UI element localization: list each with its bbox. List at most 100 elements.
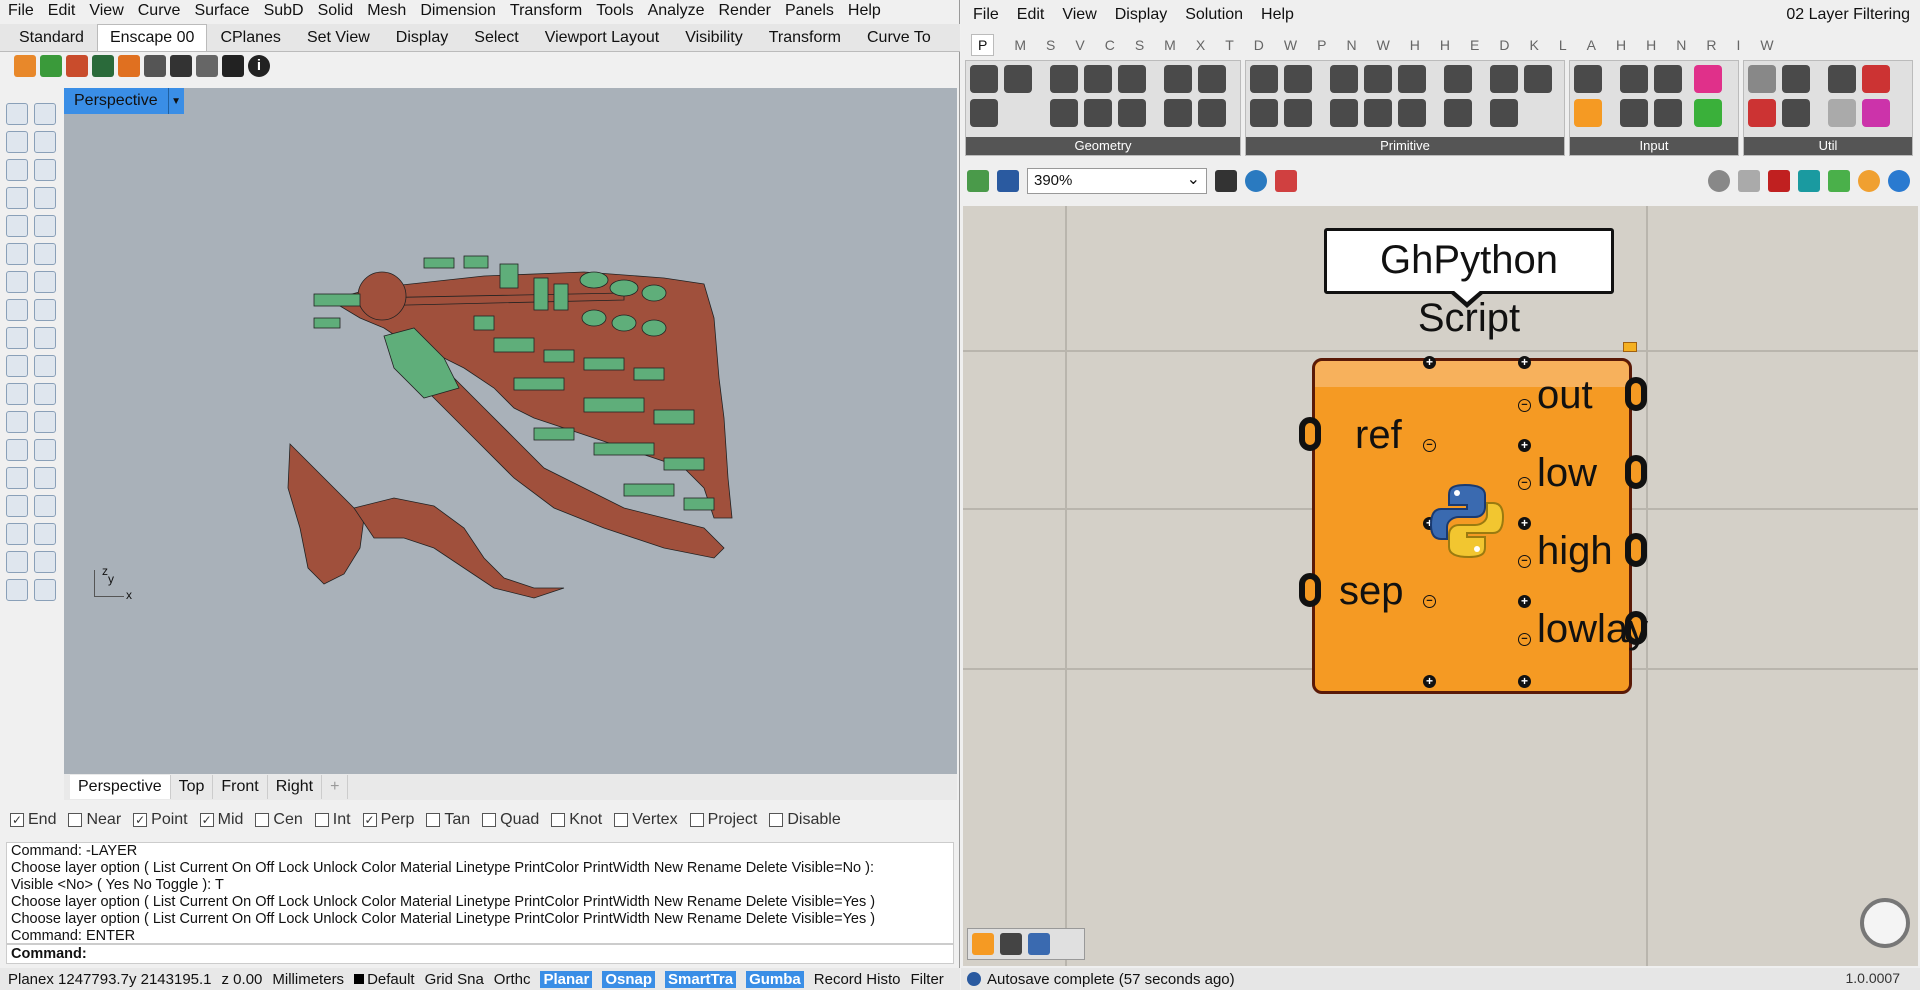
- zoom-extents-icon[interactable]: [1215, 170, 1237, 192]
- category-tab[interactable]: P: [1317, 37, 1326, 53]
- category-tab[interactable]: D: [1499, 37, 1509, 53]
- toolbar-tab-select[interactable]: Select: [461, 24, 531, 51]
- component-icon[interactable]: [1164, 99, 1192, 127]
- component-icon[interactable]: [1748, 65, 1776, 93]
- category-tab[interactable]: X: [1196, 37, 1205, 53]
- component-icon[interactable]: [1694, 99, 1722, 127]
- viewport-tab-right[interactable]: Right: [268, 775, 323, 799]
- preview-mode-icon[interactable]: [1708, 170, 1730, 192]
- menu-curve[interactable]: Curve: [138, 2, 181, 20]
- input-sep-label[interactable]: sep: [1339, 569, 1404, 614]
- menu-view[interactable]: View: [89, 2, 123, 20]
- toolbar-tab-standard[interactable]: Standard: [6, 24, 97, 51]
- component-icon[interactable]: [1694, 65, 1722, 93]
- zui-add-icon[interactable]: +: [1518, 439, 1531, 452]
- component-icon[interactable]: [1050, 99, 1078, 127]
- component-icon[interactable]: [1574, 99, 1602, 127]
- menu-tools[interactable]: Tools: [596, 2, 633, 20]
- menu-transform[interactable]: Transform: [510, 2, 582, 20]
- python-icon[interactable]: [1028, 933, 1050, 955]
- enscape-feedback-icon[interactable]: [222, 55, 244, 77]
- ghpython-component[interactable]: ref sep out low high lowlay + + − − + − …: [1299, 356, 1648, 694]
- component-icon[interactable]: [1862, 99, 1890, 127]
- component-icon[interactable]: [1490, 99, 1518, 127]
- zui-add-icon[interactable]: +: [1518, 595, 1531, 608]
- category-tab[interactable]: E: [1470, 37, 1479, 53]
- tool-icon[interactable]: [34, 355, 56, 377]
- output-high-label[interactable]: high: [1537, 529, 1613, 574]
- component-icon[interactable]: [1490, 65, 1518, 93]
- osnap-checkbox[interactable]: ✓: [199, 813, 214, 827]
- status-layer[interactable]: Default: [354, 971, 415, 988]
- sketch-icon[interactable]: [1275, 170, 1297, 192]
- gh-menu-help[interactable]: Help: [1261, 6, 1294, 24]
- category-tab[interactable]: T: [1225, 37, 1234, 53]
- output-grip-out[interactable]: [1625, 377, 1647, 411]
- output-lowlay-label[interactable]: lowlay: [1537, 607, 1648, 652]
- component-icon[interactable]: [1654, 65, 1682, 93]
- osnap-checkbox[interactable]: ✓: [133, 813, 148, 827]
- osnap-checkbox[interactable]: [314, 813, 329, 827]
- component-icon[interactable]: [1084, 65, 1112, 93]
- osnap-checkbox[interactable]: ✓: [362, 813, 377, 827]
- tool-icon[interactable]: [6, 131, 28, 153]
- tool-icon[interactable]: [34, 187, 56, 209]
- zui-add-icon[interactable]: +: [1518, 517, 1531, 530]
- tool-icon[interactable]: [34, 299, 56, 321]
- category-tab[interactable]: S: [1046, 37, 1055, 53]
- output-grip-high[interactable]: [1625, 533, 1647, 567]
- tool-icon[interactable]: [6, 411, 28, 433]
- command-input[interactable]: Command:: [6, 944, 954, 964]
- tool-icon[interactable]: [34, 103, 56, 125]
- category-tab[interactable]: D: [1254, 37, 1264, 53]
- shaded-preview-icon[interactable]: [1768, 170, 1790, 192]
- component-icon[interactable]: [1164, 65, 1192, 93]
- status-osnap[interactable]: Osnap: [602, 970, 656, 988]
- toolbar-tab-curve-to[interactable]: Curve To: [854, 24, 944, 51]
- input-grip-ref[interactable]: [1299, 417, 1321, 451]
- category-tab[interactable]: K: [1530, 37, 1539, 53]
- component-icon[interactable]: [1654, 99, 1682, 127]
- viewport-tab-perspective[interactable]: Perspective: [70, 775, 171, 799]
- wireframe-preview-icon[interactable]: [1738, 170, 1760, 192]
- component-icon[interactable]: [1284, 99, 1312, 127]
- component-icon[interactable]: [1364, 65, 1392, 93]
- component-icon[interactable]: [1084, 99, 1112, 127]
- category-tab[interactable]: P: [971, 34, 995, 56]
- enscape-upload-icon[interactable]: [170, 55, 192, 77]
- zui-remove-icon[interactable]: −: [1518, 477, 1531, 490]
- component-icon[interactable]: [1828, 65, 1856, 93]
- osnap-point[interactable]: ✓ Point: [133, 811, 188, 829]
- tool-icon[interactable]: [34, 523, 56, 545]
- osnap-end[interactable]: ✓ End: [10, 811, 56, 829]
- component-icon[interactable]: [1284, 65, 1312, 93]
- tool-icon[interactable]: [6, 355, 28, 377]
- tool-icon[interactable]: [6, 215, 28, 237]
- widget-icon[interactable]: [972, 933, 994, 955]
- component-icon[interactable]: [970, 65, 998, 93]
- zui-remove-icon[interactable]: −: [1518, 633, 1531, 646]
- gh-canvas[interactable]: GhPython Script ref sep out low high low…: [963, 206, 1918, 966]
- menu-help[interactable]: Help: [848, 2, 881, 20]
- zoom-dropdown[interactable]: 390%: [1027, 168, 1207, 194]
- category-tab[interactable]: V: [1075, 37, 1084, 53]
- category-tab[interactable]: H: [1440, 37, 1450, 53]
- component-icon[interactable]: [1250, 65, 1278, 93]
- tool-icon[interactable]: [34, 439, 56, 461]
- osnap-checkbox[interactable]: [482, 813, 497, 827]
- tool-icon[interactable]: [34, 551, 56, 573]
- component-icon[interactable]: [1398, 99, 1426, 127]
- save-file-icon[interactable]: [997, 170, 1019, 192]
- zui-add-icon[interactable]: +: [1518, 356, 1531, 369]
- zui-remove-icon[interactable]: −: [1423, 439, 1436, 452]
- osnap-vertex[interactable]: Vertex: [614, 811, 678, 829]
- category-tab[interactable]: H: [1410, 37, 1420, 53]
- gh-menu-view[interactable]: View: [1062, 6, 1096, 24]
- tool-icon[interactable]: [6, 383, 28, 405]
- menu-analyze[interactable]: Analyze: [648, 2, 705, 20]
- gh-menu-solution[interactable]: Solution: [1185, 6, 1243, 24]
- category-tab[interactable]: L: [1559, 37, 1567, 53]
- osnap-int[interactable]: Int: [314, 811, 351, 829]
- component-icon[interactable]: [1862, 65, 1890, 93]
- component-icon[interactable]: [1118, 65, 1146, 93]
